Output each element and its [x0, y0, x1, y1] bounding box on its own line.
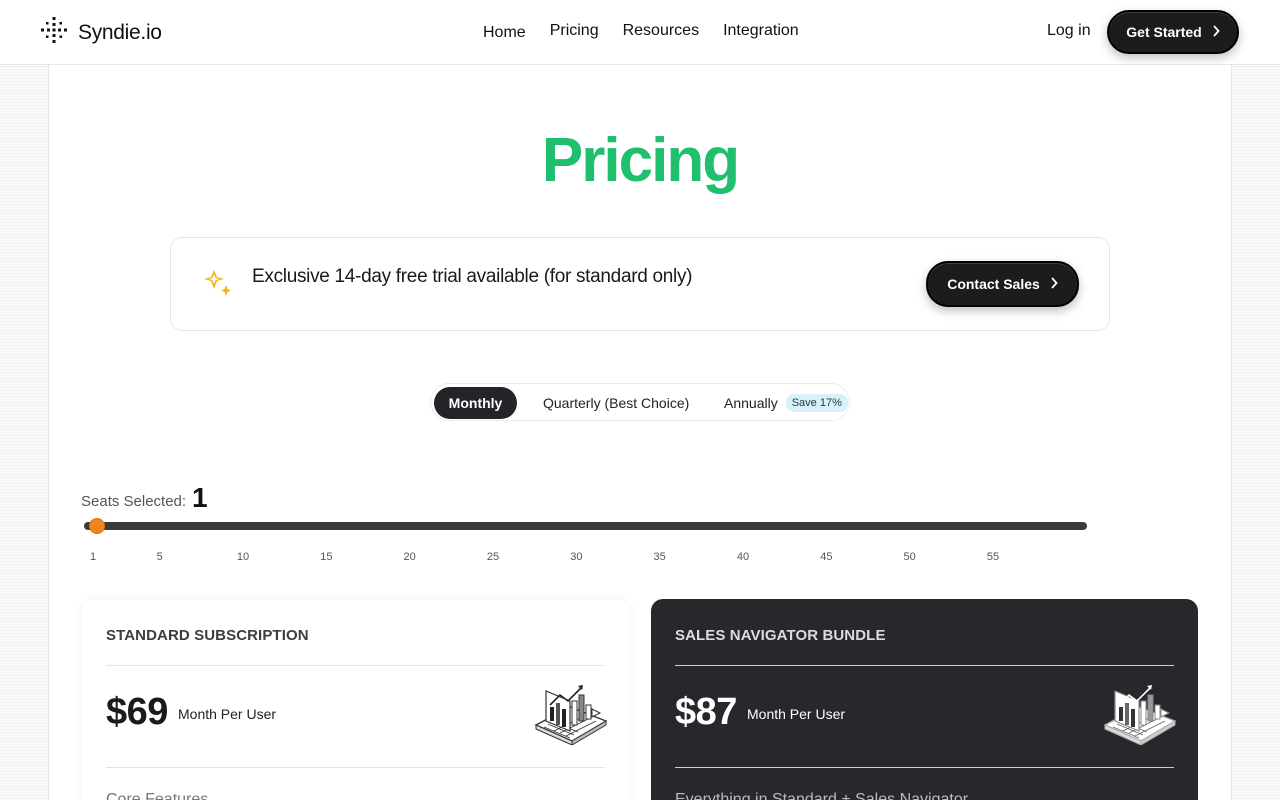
- nav-link-resources[interactable]: Resources: [623, 22, 699, 42]
- nav-links: Home Pricing Resources Integration: [483, 22, 823, 42]
- slider-tick-label: 50: [903, 551, 916, 563]
- trial-text: Exclusive 14-day free trial available (f…: [252, 266, 693, 287]
- seats-slider-track[interactable]: [84, 522, 1087, 530]
- trial-banner: Exclusive 14-day free trial available (f…: [170, 237, 1110, 331]
- slider-tick-label: 45: [820, 551, 833, 563]
- slider-tick-label: 25: [486, 551, 500, 563]
- features-heading: Core Features: [106, 791, 209, 800]
- sparkle-icon: [203, 268, 233, 303]
- slider-tick-label: 15: [320, 551, 333, 563]
- seats-value: 1: [192, 482, 208, 513]
- brand-name: Syndie.io: [78, 20, 162, 44]
- page-title: Pricing: [541, 126, 740, 195]
- get-started-label: Get Started: [1126, 24, 1202, 40]
- save-badge: Save 17%: [785, 394, 848, 412]
- seats-slider-ticks: 1 5 10 15 20 25 30 35 40 45 50 55: [0, 551, 1280, 567]
- plan-name: SALES NAVIGATOR BUNDLE: [675, 627, 886, 644]
- divider: [675, 665, 1174, 666]
- plan-period: Month Per User: [178, 706, 277, 722]
- chevron-right-icon: [1050, 276, 1058, 292]
- slider-tick-label: 35: [653, 551, 666, 563]
- slider-tick-label: 10: [236, 551, 250, 563]
- slider-tick-label: 30: [570, 551, 583, 563]
- login-link[interactable]: Log in: [1047, 22, 1091, 40]
- divider: [106, 665, 605, 666]
- chevron-right-icon: [1212, 24, 1220, 40]
- contact-sales-label: Contact Sales: [947, 276, 1040, 292]
- nav-link-home[interactable]: Home: [483, 24, 526, 42]
- contact-sales-button[interactable]: Contact Sales: [926, 261, 1079, 307]
- seats-slider-thumb[interactable]: [89, 518, 105, 534]
- plan-card-standard: STANDARD SUBSCRIPTION $69 Month Per User…: [82, 599, 629, 800]
- features-heading: Everything in Standard + Sales Navigator: [675, 791, 969, 800]
- get-started-button[interactable]: Get Started: [1107, 10, 1239, 54]
- plan-period: Month Per User: [747, 706, 846, 722]
- slider-tick-label: 5: [156, 551, 163, 563]
- billing-option-annually[interactable]: Annually Save 17%: [724, 387, 848, 419]
- plan-name: STANDARD SUBSCRIPTION: [106, 627, 309, 644]
- chart-illustration-icon: [1101, 681, 1177, 750]
- seats-label: Seats Selected:: [81, 493, 187, 510]
- slider-tick-label: 20: [403, 551, 416, 563]
- chart-illustration-icon: [532, 681, 608, 750]
- plan-card-sales-navigator: SALES NAVIGATOR BUNDLE $87 Month Per Use…: [651, 599, 1198, 800]
- logo-icon: [40, 16, 68, 49]
- billing-option-monthly[interactable]: Monthly: [434, 387, 517, 419]
- nav-link-integration[interactable]: Integration: [723, 22, 799, 42]
- billing-option-quarterly[interactable]: Quarterly (Best Choice): [543, 387, 689, 419]
- divider: [675, 767, 1174, 768]
- nav-link-pricing[interactable]: Pricing: [550, 22, 599, 42]
- slider-tick-label: 55: [986, 551, 1000, 563]
- billing-period-toggle: Monthly Quarterly (Best Choice) Annually…: [430, 383, 850, 421]
- plan-price: $69: [106, 691, 168, 733]
- divider: [106, 767, 605, 768]
- slider-tick-label: 40: [736, 551, 750, 563]
- top-nav: Syndie.io Home Pricing Resources Integra…: [0, 0, 1280, 65]
- brand-logo[interactable]: Syndie.io: [40, 16, 162, 49]
- slider-tick-label: 1: [89, 551, 97, 563]
- plan-price: $87: [675, 691, 737, 733]
- billing-option-annually-label: Annually: [724, 395, 778, 411]
